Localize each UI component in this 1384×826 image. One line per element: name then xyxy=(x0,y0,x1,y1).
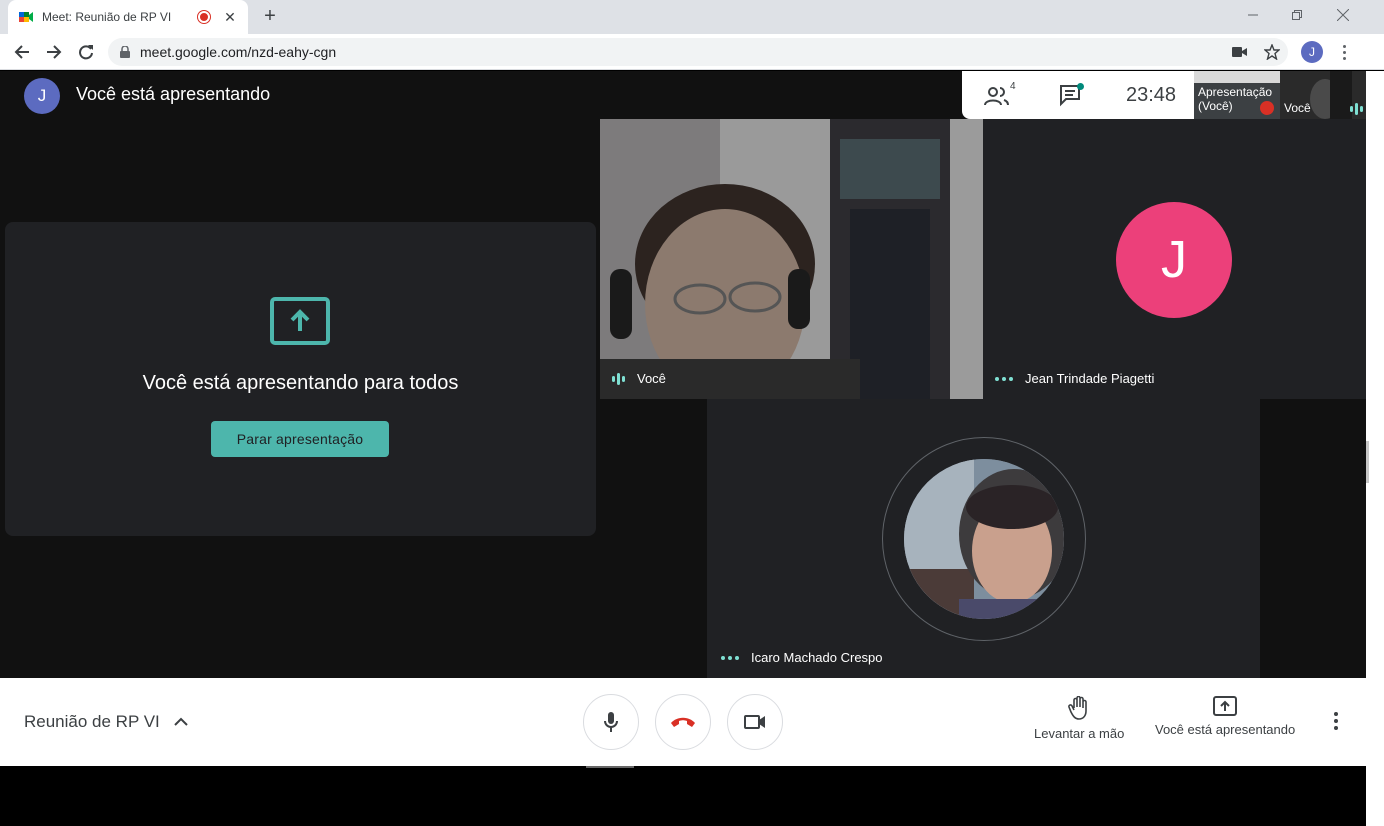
meet-logo-icon xyxy=(19,12,33,22)
icaro-tile: Icaro Machado Crespo xyxy=(707,399,1260,678)
self-tile-label: Você xyxy=(637,371,666,386)
meeting-details-toggle[interactable]: Reunião de RP VI xyxy=(24,712,188,732)
tab-title: Meet: Reunião de RP VI xyxy=(42,10,172,24)
microphone-icon xyxy=(604,712,618,732)
profile-avatar[interactable]: J xyxy=(1301,41,1323,63)
clock: 23:48 xyxy=(1126,84,1177,106)
minimize-button[interactable] xyxy=(1230,0,1276,30)
jean-avatar: J xyxy=(1116,202,1232,318)
thumb-presentation[interactable]: Apresentação (Você) xyxy=(1194,71,1280,119)
people-button[interactable]: 4 xyxy=(984,81,1024,109)
url-text: meet.google.com/nzd-eahy-cgn xyxy=(140,44,337,60)
bottom-controls: Reunião de RP VI Levantar a mão Você est… xyxy=(0,678,1366,766)
audio-wave-icon xyxy=(1350,103,1363,115)
raise-hand-label: Levantar a mão xyxy=(1034,726,1125,741)
jean-tile: J Jean Trindade Piagetti xyxy=(983,119,1366,399)
people-icon xyxy=(984,87,1009,106)
browser-tab[interactable]: Meet: Reunião de RP VI ✕ xyxy=(8,0,248,34)
jean-tile-name: Jean Trindade Piagetti xyxy=(995,371,1154,386)
present-screen-icon xyxy=(1213,696,1238,716)
arrow-right-icon xyxy=(47,45,62,59)
microphone-button[interactable] xyxy=(583,694,639,750)
audio-wave-icon xyxy=(612,372,625,385)
self-video xyxy=(600,119,983,399)
chrome-menu-icon[interactable] xyxy=(1334,42,1354,62)
present-screen-icon xyxy=(270,297,330,345)
minimize-icon xyxy=(1248,14,1258,16)
taskbar xyxy=(0,766,1366,826)
camera-button[interactable] xyxy=(727,694,783,750)
self-video-tile: Você xyxy=(600,119,983,399)
self-tile-name: Você xyxy=(612,371,666,386)
thumb-presentation-label: Apresentação (Você) xyxy=(1198,85,1273,113)
icaro-tile-label: Icaro Machado Crespo xyxy=(751,650,883,665)
audio-idle-icon xyxy=(995,376,1013,381)
reload-icon xyxy=(79,45,93,60)
presenting-heading: Você está apresentando para todos xyxy=(142,372,459,394)
reload-button[interactable] xyxy=(74,40,98,64)
hang-up-button[interactable] xyxy=(655,694,711,750)
thumb-self[interactable]: Você xyxy=(1280,71,1366,119)
mic-off-icon xyxy=(1260,101,1274,115)
presenting-label: Você está apresentando xyxy=(1155,722,1296,737)
presentation-card: Você está apresentando para todos Parar … xyxy=(5,222,596,536)
hang-up-icon xyxy=(671,717,695,727)
icaro-avatar xyxy=(904,459,1064,619)
address-bar[interactable]: meet.google.com/nzd-eahy-cgn xyxy=(108,38,1288,66)
recording-icon xyxy=(198,11,210,23)
top-controls: 4 23:48 xyxy=(962,71,1194,119)
meeting-name: Reunião de RP VI xyxy=(24,712,160,731)
thumb-self-label: Você xyxy=(1284,101,1311,115)
user-avatar: J xyxy=(24,78,60,114)
audio-idle-icon xyxy=(721,655,739,660)
people-count: 4 xyxy=(1010,81,1016,92)
close-icon xyxy=(1337,9,1349,21)
right-edge xyxy=(1366,71,1384,826)
tab-close-icon[interactable]: ✕ xyxy=(222,9,238,26)
hand-icon xyxy=(1068,696,1087,720)
browser-tab-bar: Meet: Reunião de RP VI ✕ + xyxy=(0,0,1384,34)
more-options-icon[interactable] xyxy=(1326,712,1346,732)
bookmark-star-icon[interactable] xyxy=(1264,38,1280,66)
camera-permission-icon[interactable] xyxy=(1232,38,1248,66)
chat-notification-dot xyxy=(1077,83,1084,90)
forward-button[interactable] xyxy=(42,40,66,64)
chevron-up-icon xyxy=(174,717,188,726)
close-window-button[interactable] xyxy=(1320,0,1366,30)
camera-icon xyxy=(744,715,765,729)
browser-toolbar: meet.google.com/nzd-eahy-cgn J xyxy=(0,34,1384,70)
raise-hand-button[interactable]: Levantar a mão xyxy=(1034,696,1124,741)
scrollbar-thumb[interactable] xyxy=(1366,441,1369,483)
meet-stage: J Você está apresentando 4 23:48 Apresen… xyxy=(0,71,1366,678)
restore-icon xyxy=(1292,10,1302,20)
thumbnail-strip: Apresentação (Você) Você xyxy=(1194,71,1366,119)
presenting-title: Você está apresentando xyxy=(76,84,271,104)
restore-button[interactable] xyxy=(1274,0,1320,30)
icaro-tile-name: Icaro Machado Crespo xyxy=(721,650,883,665)
jean-tile-label: Jean Trindade Piagetti xyxy=(1025,371,1155,386)
back-button[interactable] xyxy=(10,40,34,64)
lock-icon xyxy=(120,46,130,58)
presenting-menu-button[interactable]: Você está apresentando xyxy=(1155,696,1295,737)
new-tab-button[interactable]: + xyxy=(258,4,282,28)
stop-presenting-button[interactable]: Parar apresentação xyxy=(211,421,389,457)
arrow-left-icon xyxy=(14,45,29,59)
chat-button[interactable] xyxy=(1059,83,1085,109)
